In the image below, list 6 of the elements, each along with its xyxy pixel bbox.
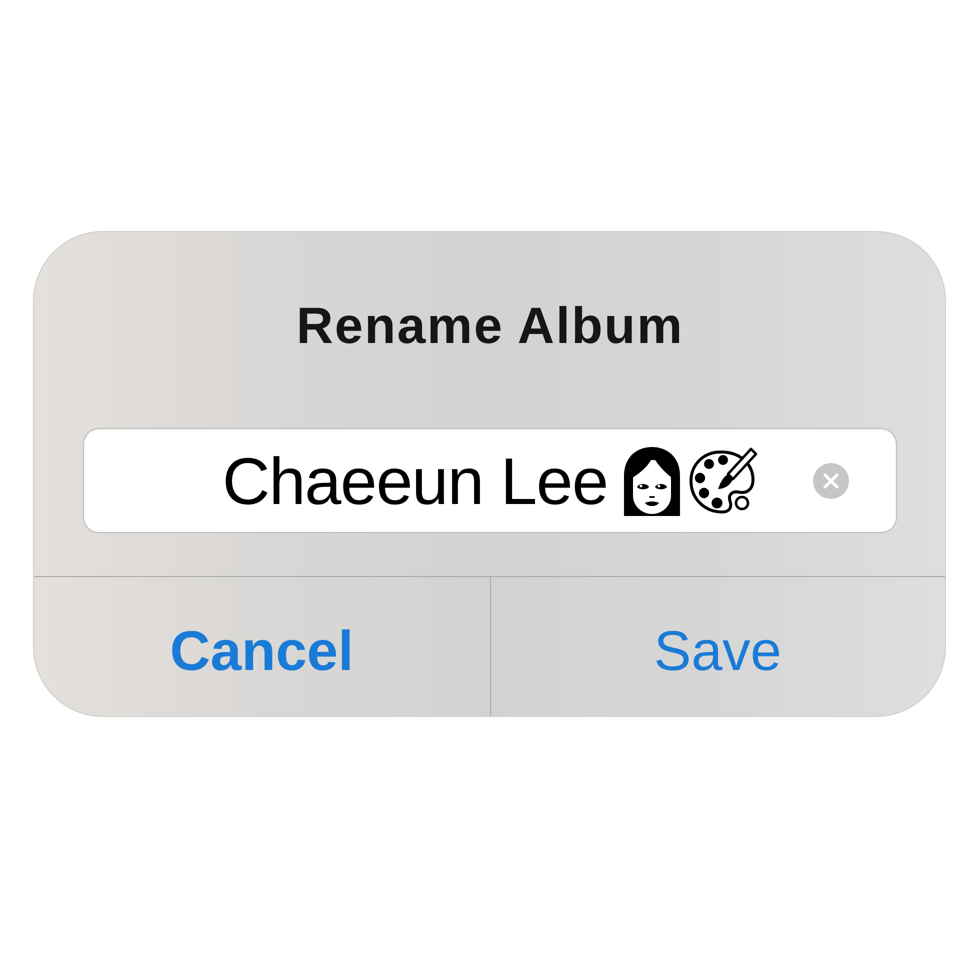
palette-icon <box>688 446 758 516</box>
cancel-button[interactable]: Cancel <box>34 577 490 716</box>
dialog-title: Rename Album <box>296 296 684 356</box>
text-field[interactable]: Chaeeun Lee <box>83 428 897 533</box>
clear-icon[interactable] <box>813 462 849 498</box>
save-button[interactable]: Save <box>490 577 945 716</box>
